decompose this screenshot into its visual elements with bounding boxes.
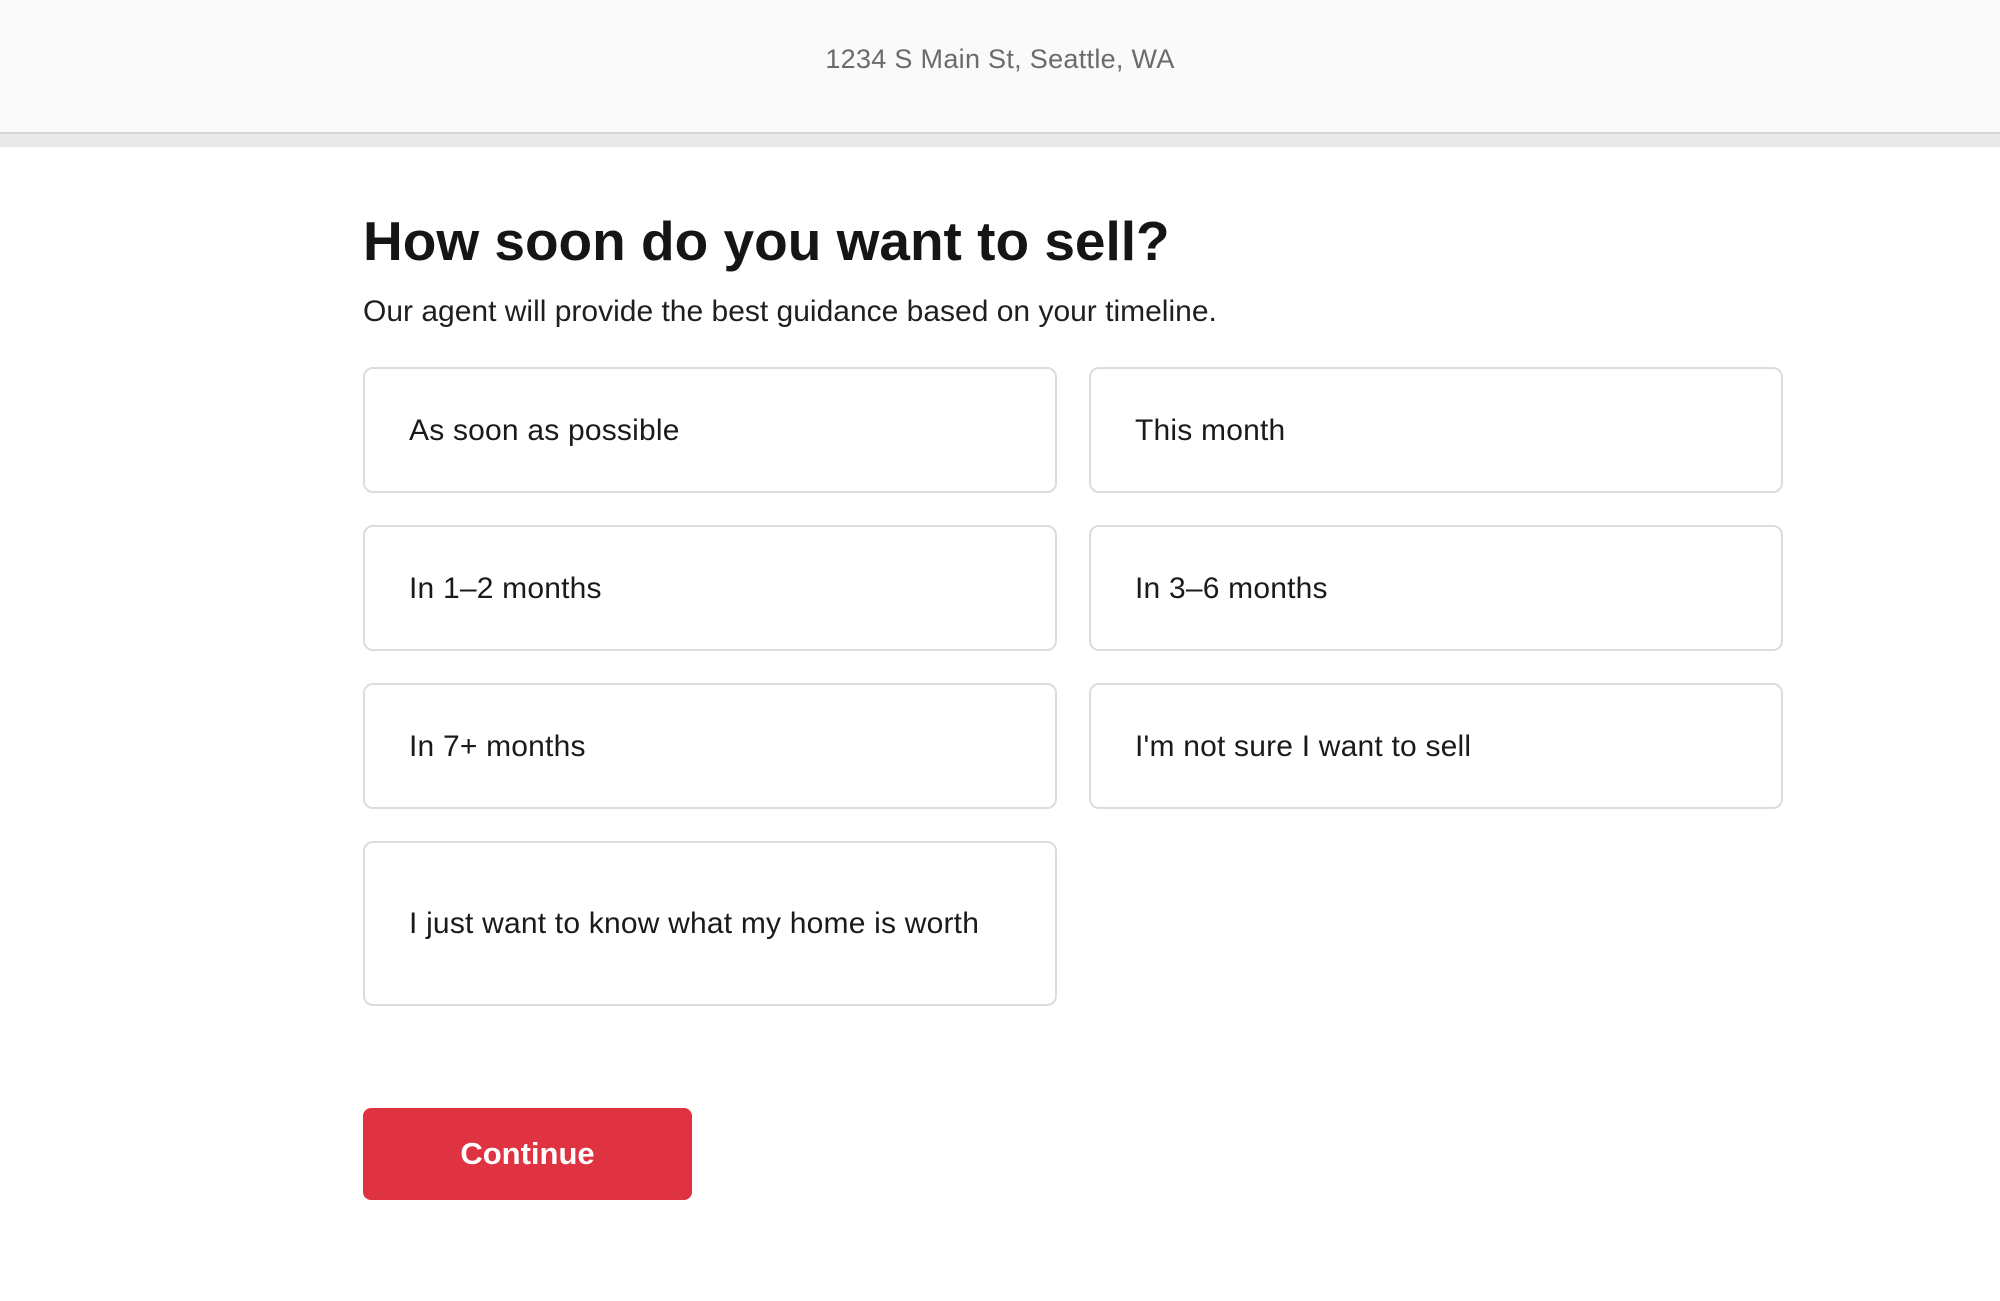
option-label: In 3–6 months — [1135, 571, 1328, 605]
option-label: In 7+ months — [409, 729, 586, 763]
option-in-7-plus-months[interactable]: In 7+ months — [363, 683, 1057, 809]
option-label: I just want to know what my home is wort… — [409, 907, 980, 940]
page-title: How soon do you want to sell? — [363, 210, 1170, 272]
option-in-3-6-months[interactable]: In 3–6 months — [1089, 525, 1783, 651]
page-subtitle: Our agent will provide the best guidance… — [363, 295, 1217, 328]
option-label: This month — [1135, 413, 1286, 447]
property-address: 1234 S Main St, Seattle, WA — [825, 44, 1175, 74]
top-bar: 1234 S Main St, Seattle, WA — [0, 0, 2000, 134]
option-as-soon-as-possible[interactable]: As soon as possible — [363, 367, 1057, 493]
option-home-worth[interactable]: I just want to know what my home is wort… — [363, 841, 1057, 1006]
option-in-1-2-months[interactable]: In 1–2 months — [363, 525, 1057, 651]
option-this-month[interactable]: This month — [1089, 367, 1783, 493]
option-label: In 1–2 months — [409, 571, 602, 605]
option-label: As soon as possible — [409, 413, 680, 447]
continue-button[interactable]: Continue — [363, 1108, 692, 1200]
option-label: I'm not sure I want to sell — [1135, 729, 1472, 763]
progress-bar — [0, 134, 2000, 147]
option-not-sure[interactable]: I'm not sure I want to sell — [1089, 683, 1783, 809]
